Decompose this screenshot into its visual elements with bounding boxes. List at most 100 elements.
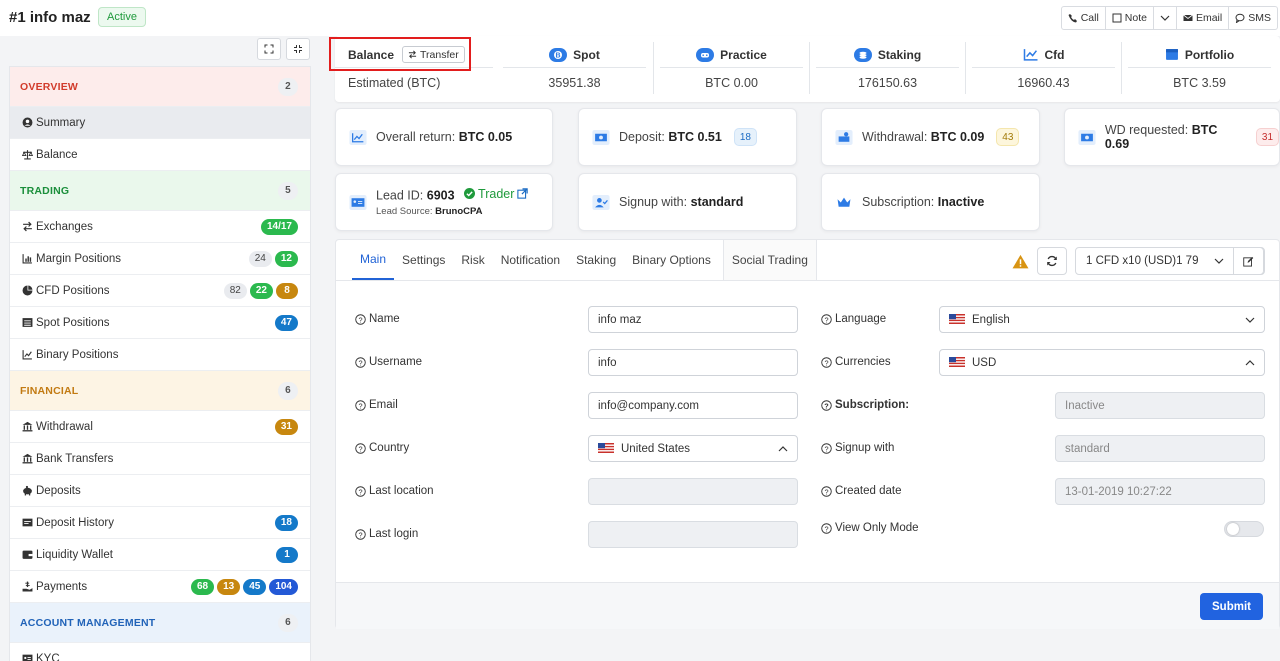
sidebar-item-cfd-positions[interactable]: CFD Positions 82 22 8 xyxy=(10,275,310,307)
sidebar-item-label: Balance xyxy=(36,148,78,161)
divider xyxy=(965,42,966,94)
sidebar-item-kyc[interactable]: KYC xyxy=(10,643,310,661)
tab-social-trading[interactable]: Social Trading xyxy=(722,240,817,280)
bank-icon xyxy=(22,453,33,464)
svg-text:?: ? xyxy=(358,315,362,324)
sidebar-item-label: KYC xyxy=(36,652,60,661)
tab-notification[interactable]: Notification xyxy=(493,240,568,280)
view-only-toggle[interactable] xyxy=(1224,521,1264,537)
question-circle-icon: ? xyxy=(821,485,832,497)
balance-cfd-value: 16960.43 xyxy=(1017,76,1070,90)
section-count: 2 xyxy=(278,77,298,96)
count-badge: 12 xyxy=(274,250,298,267)
note-label: Note xyxy=(1124,12,1147,24)
expand-button[interactable] xyxy=(257,38,281,60)
country-select[interactable]: United States xyxy=(588,435,798,462)
withdrawal-label: Withdrawal: xyxy=(862,130,928,144)
section-count: 5 xyxy=(278,181,298,200)
balance-spot: B Spot 35951.38 xyxy=(503,36,646,102)
expand-icon xyxy=(264,44,274,54)
sidebar-item-spot-positions[interactable]: Spot Positions 47 xyxy=(10,307,310,339)
sidebar-section-overview[interactable]: OVERVIEW 2 xyxy=(10,67,310,107)
note-button[interactable]: Note xyxy=(1106,7,1154,29)
sidebar-section-trading[interactable]: TRADING 5 xyxy=(10,171,310,211)
sidebar-item-deposit-history[interactable]: Deposit History 18 xyxy=(10,507,310,539)
sidebar-item-label: Deposits xyxy=(36,484,81,497)
submit-button[interactable]: Submit xyxy=(1200,593,1263,620)
language-value: English xyxy=(972,313,1010,326)
svg-text:?: ? xyxy=(824,524,828,533)
email-input[interactable]: info@company.com xyxy=(588,392,798,419)
count-badge: 82 xyxy=(223,282,247,299)
sidebar-item-summary[interactable]: Summary xyxy=(10,107,310,139)
sidebar-item-label: Bank Transfers xyxy=(36,452,114,465)
envelope-icon xyxy=(1183,14,1193,21)
us-flag-icon xyxy=(598,443,614,454)
balance-practice-header: Practice xyxy=(660,42,803,68)
svg-text:?: ? xyxy=(824,401,829,410)
count-badge: 24 xyxy=(248,250,272,267)
last-location-input xyxy=(588,478,798,505)
section-title: ACCOUNT MANAGEMENT xyxy=(20,616,156,629)
sidebar-item-liquidity-wallet[interactable]: Liquidity Wallet 1 xyxy=(10,539,310,571)
section-title: TRADING xyxy=(20,184,70,197)
currencies-value: USD xyxy=(972,356,997,369)
money-bill-icon xyxy=(591,129,611,145)
sidebar-item-exchanges[interactable]: Exchanges 14/17 xyxy=(10,211,310,243)
sidebar-item-binary-positions[interactable]: Binary Positions xyxy=(10,339,310,371)
sidebar-item-bank-transfers[interactable]: Bank Transfers xyxy=(10,443,310,475)
language-label-text: Language xyxy=(835,313,887,325)
bar-chart-icon xyxy=(22,254,32,264)
exchange-arrows-icon xyxy=(23,221,32,232)
language-select[interactable]: English xyxy=(939,306,1265,333)
sidebar-item-balance[interactable]: Balance xyxy=(10,139,310,171)
balance-staking-header: Staking xyxy=(816,42,959,68)
collapse-button[interactable] xyxy=(286,38,310,60)
svg-text:?: ? xyxy=(358,487,362,496)
sidebar-item-margin-positions[interactable]: Margin Positions 24 12 xyxy=(10,243,310,275)
currencies-label: ? Currencies xyxy=(821,356,891,368)
sidebar-item-deposits[interactable]: Deposits xyxy=(10,475,310,507)
svg-text:B: B xyxy=(556,52,561,59)
account-select[interactable]: 1 CFD x10 (USD)1 79 xyxy=(1075,247,1265,275)
tab-staking[interactable]: Staking xyxy=(568,240,624,280)
subscription-label-text: Subscription: xyxy=(835,399,910,411)
more-dropdown-button[interactable] xyxy=(1154,7,1177,29)
name-input[interactable]: info maz xyxy=(588,306,798,333)
bitcoin-icon: B xyxy=(549,47,568,62)
sidebar-item-payments[interactable]: Payments 68 13 45 104 xyxy=(10,571,310,603)
tab-risk[interactable]: Risk xyxy=(453,240,492,280)
sms-label: SMS xyxy=(1248,12,1271,24)
sidebar-section-account-management[interactable]: ACCOUNT MANAGEMENT 6 xyxy=(10,603,310,643)
refresh-icon xyxy=(1047,255,1057,267)
signup-label: Signup with: xyxy=(619,195,688,209)
refresh-button[interactable] xyxy=(1037,247,1067,275)
trader-link[interactable]: Trader xyxy=(464,187,529,201)
count-badge: 8 xyxy=(276,282,298,299)
call-button[interactable]: Call xyxy=(1062,7,1106,29)
chevron-up-icon xyxy=(1245,359,1255,365)
username-input[interactable]: info xyxy=(588,349,798,376)
tab-binary-options[interactable]: Binary Options xyxy=(624,240,719,280)
sidebar-item-withdrawal[interactable]: Withdrawal 31 xyxy=(10,411,310,443)
coins-hand-icon xyxy=(834,129,854,145)
signup-label-text: Signup with xyxy=(835,442,895,454)
count-badge: 14/17 xyxy=(260,218,298,235)
lead-card: Lead ID: 6903 Trader Lead Source: BrunoC… xyxy=(335,173,553,231)
last-login-input xyxy=(588,521,798,548)
tab-settings[interactable]: Settings xyxy=(394,240,453,280)
svg-text:?: ? xyxy=(358,444,362,453)
currencies-select[interactable]: USD xyxy=(939,349,1265,376)
chat-icon xyxy=(1235,13,1245,23)
tab-main[interactable]: Main xyxy=(352,240,395,280)
edit-account-button[interactable] xyxy=(1233,247,1264,275)
divider xyxy=(809,42,810,94)
balance-practice: Practice BTC 0.00 xyxy=(660,36,803,102)
balance-spot-header: B Spot xyxy=(503,42,646,68)
sidebar-section-financial[interactable]: FINANCIAL 6 xyxy=(10,371,310,411)
balance-cfd-label: Cfd xyxy=(1044,47,1065,62)
email-button[interactable]: Email xyxy=(1177,7,1230,29)
sms-button[interactable]: SMS xyxy=(1229,7,1277,29)
username-label: ? Username xyxy=(355,356,422,368)
account-tools: 1 CFD x10 (USD)1 79 xyxy=(1012,247,1265,275)
